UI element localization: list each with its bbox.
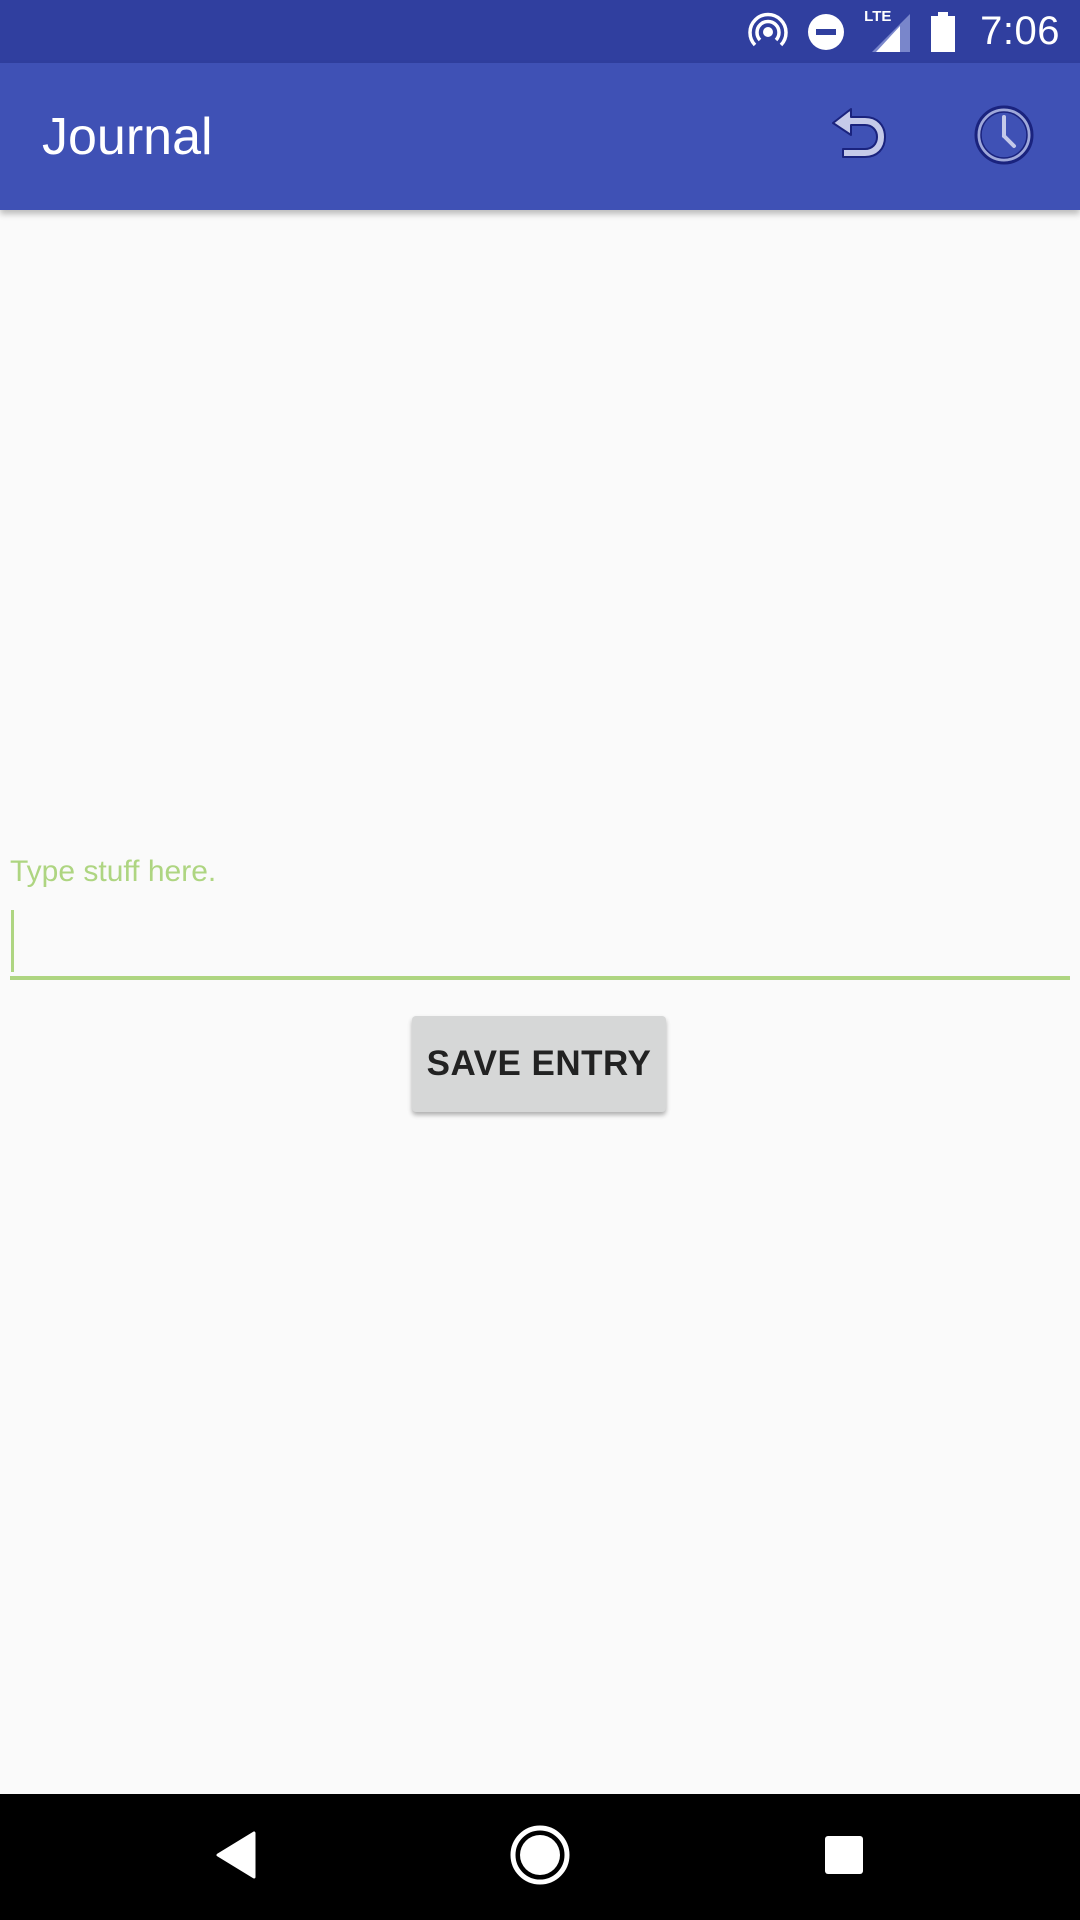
undo-button[interactable] (820, 99, 896, 175)
screen: LTE 7:06 Journal Type stuff here. SAVE E… (0, 0, 1080, 1920)
navigation-bar (0, 1794, 1080, 1920)
entry-hint-label: Type stuff here. (10, 855, 217, 888)
text-caret (11, 910, 14, 972)
hotspot-icon (748, 12, 788, 52)
network-type-label: LTE (864, 7, 892, 25)
save-entry-button[interactable]: SAVE ENTRY (412, 1016, 666, 1112)
nav-back-button[interactable] (196, 1817, 276, 1897)
home-icon (509, 1824, 571, 1891)
status-bar: LTE 7:06 (0, 0, 1080, 63)
signal-icon: LTE (864, 7, 912, 54)
undo-icon (825, 105, 891, 170)
app-title: Journal (42, 108, 213, 166)
recents-icon (822, 1833, 866, 1882)
history-button[interactable] (966, 99, 1042, 175)
status-time: 7:06 (980, 9, 1060, 53)
nav-home-button[interactable] (500, 1817, 580, 1897)
battery-icon (930, 11, 956, 53)
journal-entry-input[interactable] (10, 908, 1070, 980)
history-icon (972, 103, 1036, 172)
back-icon (214, 1830, 258, 1885)
app-bar: Journal (0, 63, 1080, 210)
nav-recents-button[interactable] (804, 1817, 884, 1897)
do-not-disturb-icon (806, 12, 846, 52)
status-icons: LTE 7:06 (748, 0, 1060, 63)
